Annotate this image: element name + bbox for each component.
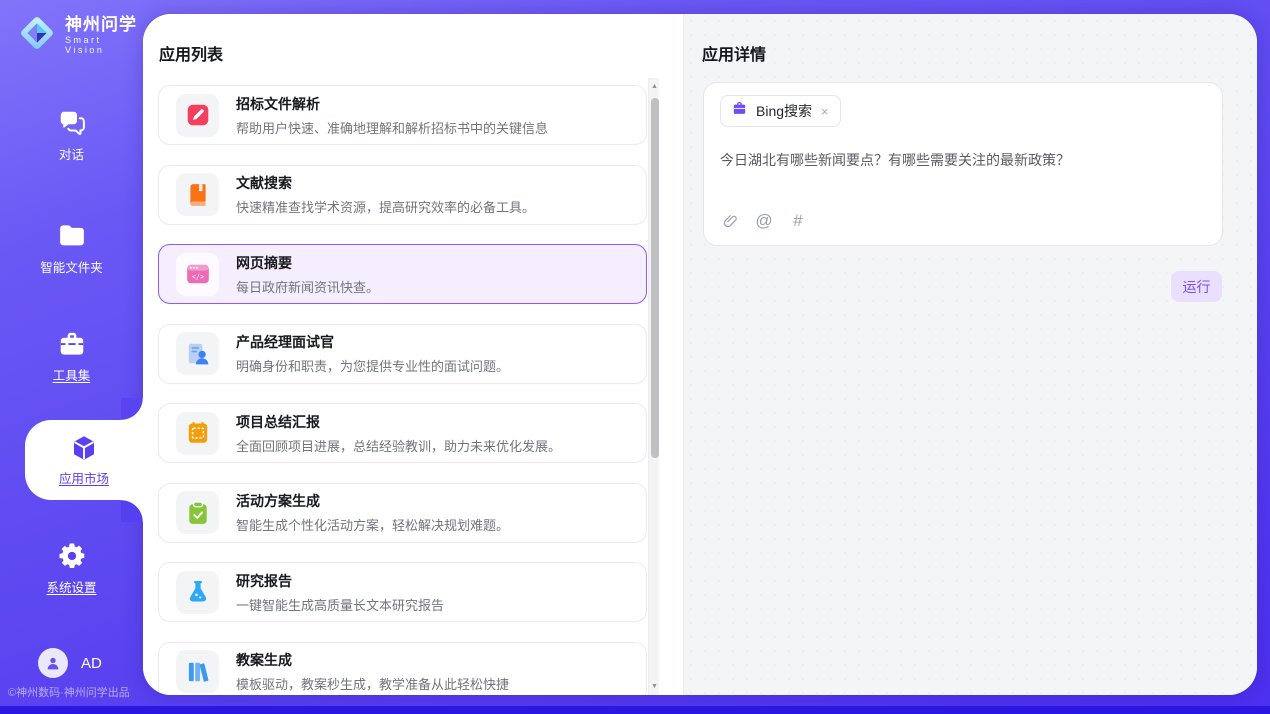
mention-at-icon[interactable]: @ xyxy=(754,211,774,231)
main-content: 应用列表 招标文件解析 帮助用户快速、准确地理解和解析招标书中的关键信息 文献搜… xyxy=(143,14,1257,695)
app-name: 活动方案生成 xyxy=(236,491,509,511)
app-name: 研究报告 xyxy=(236,571,444,591)
copyright-text: ©神州数码·神州问学出品 xyxy=(8,684,138,700)
app-list-panel: 应用列表 招标文件解析 帮助用户快速、准确地理解和解析招标书中的关键信息 文献搜… xyxy=(143,14,683,695)
sidebar-item-tools[interactable]: 工具集 xyxy=(0,329,143,384)
user-initials: AD xyxy=(81,655,102,672)
app-detail-panel: 应用详情 Bing搜索 × 今日湖北有哪些新闻要点？有哪些需要关注的最新政策？ xyxy=(683,14,1257,695)
toolbox-icon xyxy=(57,329,87,359)
edit-doc-icon xyxy=(176,94,219,137)
app-name: 网页摘要 xyxy=(236,253,379,273)
brand-name: 神州问学 xyxy=(65,16,143,34)
app-card-4[interactable]: 项目总结汇报 全面回顾项目进展，总结经验教训，助力未来优化发展。 xyxy=(158,403,647,463)
composer-toolbar: @ # xyxy=(720,211,1206,233)
briefcase-icon xyxy=(731,100,748,122)
book-icon xyxy=(176,173,219,216)
app-name: 项目总结汇报 xyxy=(236,412,561,432)
brand-subtitle: Smart Vision xyxy=(65,36,143,55)
app-name: 教案生成 xyxy=(236,650,509,670)
app-detail-title: 应用详情 xyxy=(702,41,766,65)
tool-tag-bing-search[interactable]: Bing搜索 × xyxy=(720,95,841,127)
sidebar-item-folders[interactable]: 智能文件夹 xyxy=(0,221,143,276)
app-window: 神州问学 Smart Vision 对话 智能文件夹 工具集 应用市场 系统设置 xyxy=(0,0,1270,714)
avatar[interactable] xyxy=(38,648,68,678)
app-name: 产品经理面试官 xyxy=(236,332,509,352)
bottom-accent-bar xyxy=(0,706,1270,714)
app-list-title: 应用列表 xyxy=(159,41,223,65)
app-description: 模板驱动，教案秒生成，教学准备从此轻松快捷 xyxy=(236,674,509,693)
clipboard-check-icon xyxy=(176,491,219,534)
sidebar-item-market[interactable]: 应用市场 xyxy=(25,420,143,500)
app-description: 快速精准查找学术资源，提高研究效率的必备工具。 xyxy=(236,197,535,216)
folder-icon xyxy=(57,221,87,251)
close-icon[interactable]: × xyxy=(820,105,830,118)
app-description: 全面回顾项目进展，总结经验教训，助力未来优化发展。 xyxy=(236,436,561,455)
prompt-input-card[interactable]: Bing搜索 × 今日湖北有哪些新闻要点？有哪些需要关注的最新政策？ @ # xyxy=(703,82,1223,246)
app-card-7[interactable]: 教案生成 模板驱动，教案秒生成，教学准备从此轻松快捷 xyxy=(158,642,647,696)
brand-logo: 神州问学 Smart Vision xyxy=(16,12,143,59)
run-button[interactable]: 运行 xyxy=(1171,271,1222,302)
diamond-logo-icon xyxy=(16,12,58,59)
scrollbar-thumb[interactable] xyxy=(651,98,659,458)
paperclip-icon[interactable] xyxy=(720,211,740,231)
app-name: 文献搜索 xyxy=(236,173,535,193)
app-card-6[interactable]: 研究报告 一键智能生成高质量长文本研究报告 xyxy=(158,562,647,622)
app-name: 招标文件解析 xyxy=(236,94,548,114)
sidebar-item-settings[interactable]: 系统设置 xyxy=(0,541,143,596)
cube-icon xyxy=(69,433,99,463)
books-icon xyxy=(176,650,219,693)
scrollbar-down-arrow-icon[interactable]: ▼ xyxy=(649,680,660,693)
app-description: 明确身份和职责，为您提供专业性的面试问题。 xyxy=(236,356,509,375)
chat-icon xyxy=(57,108,87,138)
svg-text:</>: </> xyxy=(191,273,204,281)
report-note-icon xyxy=(176,412,219,455)
person-icon xyxy=(44,654,62,672)
web-code-icon: </> xyxy=(176,253,219,296)
gear-icon xyxy=(57,541,87,571)
prompt-text[interactable]: 今日湖北有哪些新闻要点？有哪些需要关注的最新政策？ xyxy=(720,151,1206,211)
app-card-1[interactable]: 文献搜索 快速精准查找学术资源，提高研究效率的必备工具。 xyxy=(158,165,647,225)
user-menu[interactable]: AD xyxy=(38,648,102,678)
interview-icon xyxy=(176,332,219,375)
app-description: 帮助用户快速、准确地理解和解析招标书中的关键信息 xyxy=(236,118,548,137)
app-description: 每日政府新闻资讯快查。 xyxy=(236,277,379,296)
app-card-3[interactable]: 产品经理面试官 明确身份和职责，为您提供专业性的面试问题。 xyxy=(158,324,647,384)
app-description: 智能生成个性化活动方案，轻松解决规划难题。 xyxy=(236,515,509,534)
app-list-scrollbar[interactable]: ▲ ▼ xyxy=(648,78,659,695)
tool-tag-label: Bing搜索 xyxy=(756,101,812,121)
sidebar: 神州问学 Smart Vision 对话 智能文件夹 工具集 应用市场 系统设置 xyxy=(0,0,143,714)
app-card-5[interactable]: 活动方案生成 智能生成个性化活动方案，轻松解决规划难题。 xyxy=(158,483,647,543)
hash-icon[interactable]: # xyxy=(788,211,808,231)
scrollbar-up-arrow-icon[interactable]: ▲ xyxy=(649,80,660,93)
app-card-0[interactable]: 招标文件解析 帮助用户快速、准确地理解和解析招标书中的关键信息 xyxy=(158,85,647,145)
app-card-2[interactable]: </> 网页摘要 每日政府新闻资讯快查。 xyxy=(158,244,647,304)
research-icon xyxy=(176,571,219,614)
app-description: 一键智能生成高质量长文本研究报告 xyxy=(236,595,444,614)
app-list: 招标文件解析 帮助用户快速、准确地理解和解析招标书中的关键信息 文献搜索 快速精… xyxy=(158,78,647,695)
sidebar-item-chat[interactable]: 对话 xyxy=(0,108,143,163)
